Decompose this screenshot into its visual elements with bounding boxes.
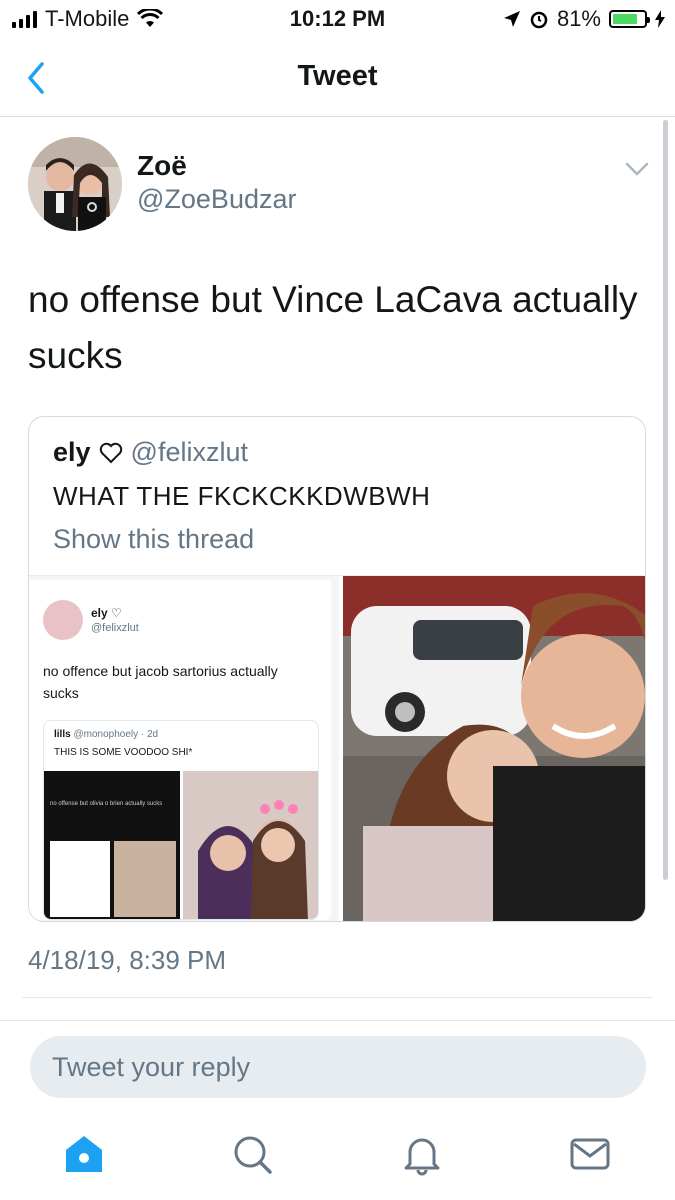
quoted-media[interactable]: ely ♡ @felixzlut no offence but jacob sa… <box>29 575 645 921</box>
alarm-icon <box>530 11 548 29</box>
media-screenshot[interactable]: ely ♡ @felixzlut no offence but jacob sa… <box>29 576 339 921</box>
location-icon <box>503 11 520 27</box>
tweet-text: no offense but Vince LaCava actually suc… <box>28 279 638 376</box>
nested-photo <box>183 771 318 919</box>
battery-percent: 81% <box>556 6 601 31</box>
author-handle[interactable]: @ZoeBudzar <box>137 184 296 215</box>
nested-dark-screenshot: no offense but olivia o brien actually s… <box>44 771 180 919</box>
embedded-avatar <box>43 600 83 640</box>
quoted-tweet-text: WHAT THE FKCKCKKDWBWH <box>53 481 431 511</box>
embedded-quote-media: no offense but olivia o brien actually s… <box>44 771 318 919</box>
quoted-author-name: ely <box>53 437 91 467</box>
battery-fill <box>613 14 637 24</box>
chevron-down-icon[interactable] <box>624 160 650 178</box>
messages-icon[interactable] <box>568 1132 612 1176</box>
embedded-tweet-text: no offence but jacob sartorius actually … <box>43 663 278 701</box>
tab-bar <box>0 1120 675 1200</box>
embedded-quote: lills @monophoely · 2d THIS IS SOME VOOD… <box>43 720 319 920</box>
divider <box>0 1020 675 1021</box>
home-icon[interactable] <box>62 1132 106 1176</box>
author-name[interactable]: Zoë <box>137 150 187 182</box>
reply-input[interactable]: Tweet your reply <box>30 1036 646 1098</box>
embedded-quote-header: lills @monophoely · 2d <box>54 729 159 740</box>
nav-bar: Tweet <box>0 40 675 117</box>
reply-placeholder: Tweet your reply <box>52 1052 251 1082</box>
quoted-author-handle: @felixzlut <box>130 437 248 467</box>
scrollbar[interactable] <box>663 120 668 880</box>
quoted-tweet-card[interactable]: ely @felixzlut WHAT THE FKCKCKKDWBWH Sho… <box>28 416 646 922</box>
embedded-tweet-screenshot: ely ♡ @felixzlut no offence but jacob sa… <box>29 580 331 920</box>
divider <box>22 997 653 998</box>
show-thread-link[interactable]: Show this thread <box>53 524 254 555</box>
status-right: 81% <box>503 6 665 32</box>
status-bar: T-Mobile 10:12 PM 81% <box>0 0 675 40</box>
tweet-timestamp: 4/18/19, 8:39 PM <box>28 945 227 975</box>
search-icon[interactable] <box>230 1132 274 1176</box>
author-avatar[interactable] <box>28 137 122 231</box>
heart-icon <box>99 442 122 463</box>
media-selfie-photo[interactable] <box>343 576 645 921</box>
page-title: Tweet <box>297 60 378 92</box>
notifications-icon[interactable] <box>400 1132 444 1176</box>
quoted-tweet-header: ely @felixzlut <box>53 437 248 468</box>
embedded-quote-text: THIS IS SOME VOODOO SHI* <box>54 747 193 758</box>
embedded-author-handle: @felixzlut <box>91 622 139 634</box>
embedded-author-name: ely ♡ <box>91 606 122 620</box>
charging-icon <box>655 10 665 28</box>
battery-icon <box>609 10 650 28</box>
